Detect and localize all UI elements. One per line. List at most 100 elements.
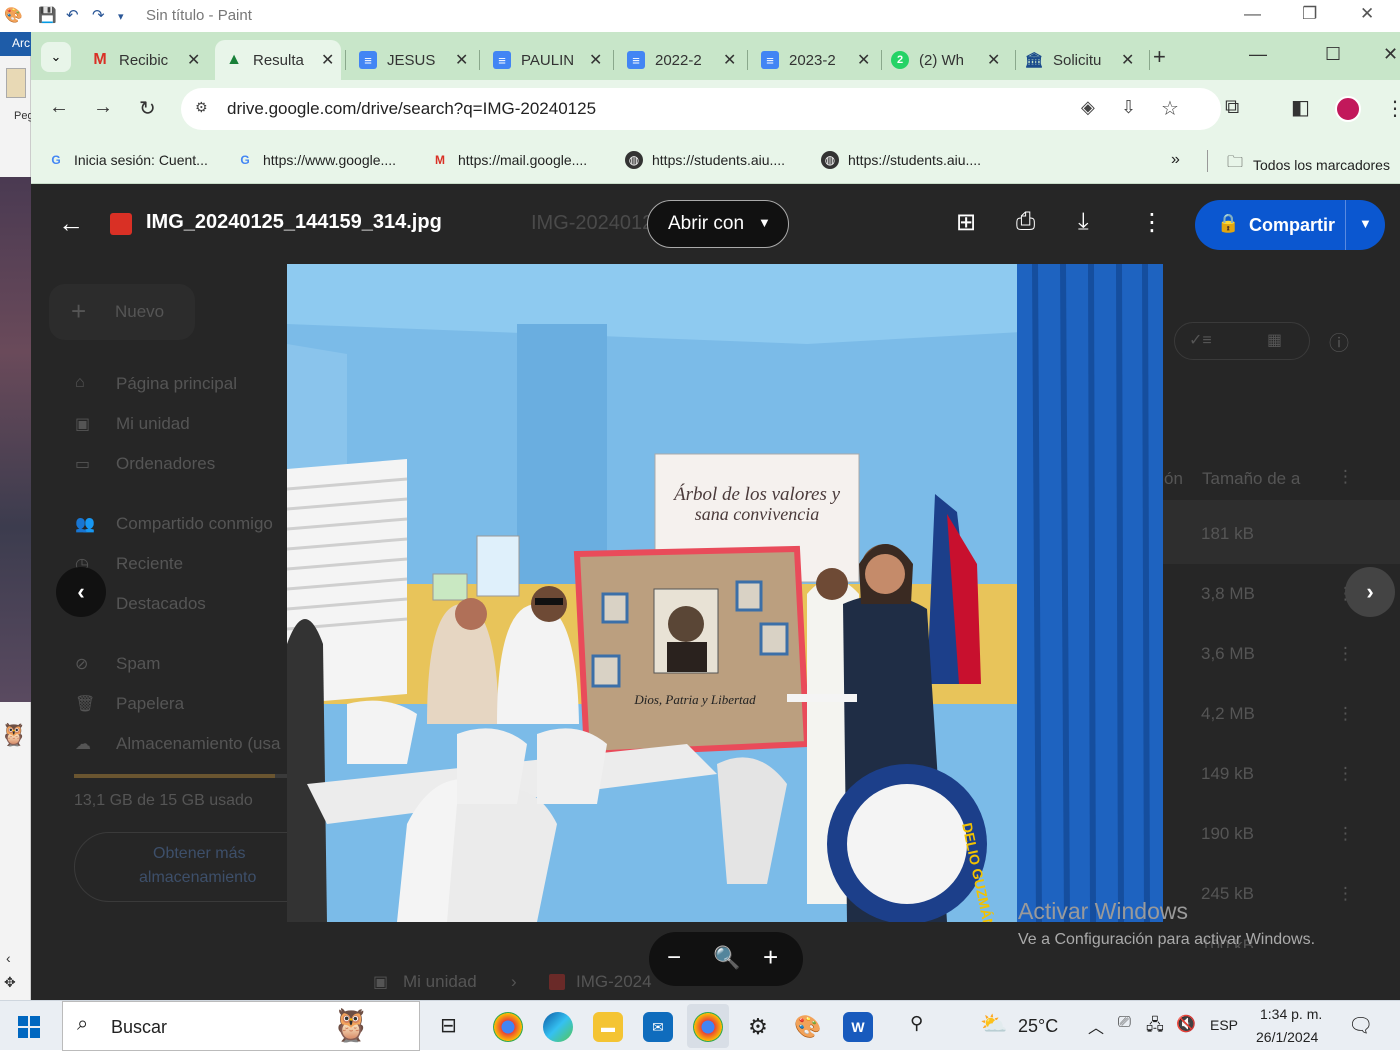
people-icon[interactable]: ⚲ <box>910 1013 923 1034</box>
clock-time[interactable]: 1:34 p. m. <box>1260 1006 1322 1022</box>
all-bookmarks-folder[interactable]: 🗀 Todos los marcadores <box>1227 151 1390 178</box>
undo-icon[interactable]: ↶ <box>66 6 79 24</box>
zoom-in-icon[interactable]: + <box>763 942 778 973</box>
mail-icon[interactable]: ✉ <box>643 1012 673 1042</box>
edge-taskbar-icon[interactable] <box>543 1012 573 1042</box>
list-view-icon[interactable]: ✓≡ <box>1189 330 1212 350</box>
row-menu-icon[interactable]: ⋮ <box>1337 884 1354 904</box>
bookmark-item[interactable]: ◍ https://students.aiu.... <box>821 151 981 169</box>
restore-icon[interactable]: ❐ <box>1302 4 1317 24</box>
extensions-icon[interactable]: ⧉ <box>1225 96 1239 119</box>
new-tab-icon[interactable]: + <box>1153 44 1166 70</box>
close-tab-icon[interactable]: ✕ <box>723 50 736 70</box>
print-icon[interactable]: ⎙ <box>1016 208 1035 236</box>
nav-storage[interactable]: Almacenamiento (usa <box>116 734 280 754</box>
paste-icon[interactable] <box>6 68 26 98</box>
close-tab-icon[interactable]: ✕ <box>455 50 468 70</box>
more-options-icon[interactable]: ⋮ <box>1140 208 1164 237</box>
selected-row[interactable] <box>1161 500 1400 564</box>
next-image-icon[interactable]: › <box>1345 567 1395 617</box>
nav-computers[interactable]: Ordenadores <box>116 454 215 474</box>
weather-icon[interactable]: ⛅ <box>980 1011 1007 1037</box>
chrome-taskbar-icon[interactable] <box>493 1012 523 1042</box>
add-comment-icon[interactable]: ⊞ <box>956 208 976 237</box>
row-menu-icon[interactable]: ⋮ <box>1337 644 1354 664</box>
back-icon[interactable]: ← <box>49 96 69 119</box>
site-info-icon[interactable]: ⚙ <box>195 99 208 116</box>
start-icon[interactable] <box>18 1016 40 1038</box>
nav-starred[interactable]: Destacados <box>116 594 206 614</box>
back-arrow-icon[interactable]: ← <box>58 208 84 239</box>
more-bookmarks-icon[interactable]: » <box>1171 151 1180 169</box>
paint-taskbar-icon[interactable]: 🎨 <box>793 1012 823 1042</box>
new-button[interactable]: + Nuevo <box>49 284 195 340</box>
breadcrumb-file[interactable]: IMG-2024 <box>576 972 652 992</box>
open-with-button[interactable]: Abrir con ▼ <box>647 200 789 248</box>
more-icon[interactable]: ⋮ <box>1337 467 1354 487</box>
redo-icon[interactable]: ↷ <box>92 6 105 24</box>
tab-docs-2022[interactable]: ≡ 2022-2 ✕ <box>619 40 745 80</box>
tab-docs-2023[interactable]: ≡ 2023-2 ✕ <box>753 40 879 80</box>
grid-view-icon[interactable]: ▦ <box>1267 330 1282 350</box>
address-bar[interactable]: ⚙ drive.google.com/drive/search?q=IMG-20… <box>181 88 1221 130</box>
task-view-icon[interactable]: ⊟ <box>440 1013 457 1038</box>
share-button[interactable]: 🔒 Compartir ▼ <box>1195 200 1385 250</box>
previous-image-icon[interactable]: ‹ <box>56 567 106 617</box>
save-icon[interactable]: 💾 <box>38 6 57 24</box>
tab-search-icon[interactable]: ⌄ <box>41 42 71 72</box>
word-icon[interactable]: W <box>843 1012 873 1042</box>
profile-avatar[interactable] <box>1335 96 1361 122</box>
forward-icon[interactable]: → <box>93 96 113 119</box>
file-explorer-icon[interactable]: ▬ <box>593 1012 623 1042</box>
close-tab-icon[interactable]: ✕ <box>1121 50 1134 70</box>
close-icon[interactable]: ✕ <box>1360 4 1374 24</box>
network-icon[interactable]: 🖧 <box>1146 1014 1164 1041</box>
install-app-icon[interactable]: ⇩ <box>1121 97 1136 118</box>
nav-spam[interactable]: Spam <box>116 654 160 674</box>
breadcrumb-root[interactable]: Mi unidad <box>403 972 477 992</box>
zoom-out-icon[interactable]: − <box>667 944 681 972</box>
bookmark-item[interactable]: ◍ https://students.aiu.... <box>625 151 785 169</box>
paint-file-tab[interactable]: Arc <box>0 32 31 56</box>
download-icon[interactable]: ⤓ <box>1078 208 1089 236</box>
bookmark-item[interactable]: G Inicia sesión: Cuent... <box>47 151 208 169</box>
url-text[interactable]: drive.google.com/drive/search?q=IMG-2024… <box>227 99 596 119</box>
tab-drive[interactable]: ▲ Resulta ✕ <box>215 40 341 80</box>
settings-icon[interactable]: ⚙ <box>743 1012 773 1042</box>
close-tab-icon[interactable]: ✕ <box>187 50 200 70</box>
weather-text[interactable]: 25°C <box>1018 1016 1058 1037</box>
chrome-profile-taskbar-icon[interactable] <box>693 1012 723 1042</box>
row-menu-icon[interactable]: ⋮ <box>1337 704 1354 724</box>
bookmark-star-icon[interactable]: ☆ <box>1161 96 1179 121</box>
nav-my-drive[interactable]: Mi unidad <box>116 414 190 434</box>
close-tab-icon[interactable]: ✕ <box>321 50 334 70</box>
nav-recent[interactable]: Reciente <box>116 554 183 574</box>
side-panel-icon[interactable]: ◧ <box>1291 95 1310 120</box>
customize-quick-access-icon[interactable]: ▾ <box>118 10 124 23</box>
tab-solicitud[interactable]: 🏛 Solicitu ✕ <box>1021 40 1147 80</box>
view-toggle[interactable]: ✓≡ ▦ <box>1174 322 1310 360</box>
nav-trash[interactable]: Papelera <box>116 694 184 714</box>
close-tab-icon[interactable]: ✕ <box>589 50 602 70</box>
scroll-left-icon[interactable]: ‹ <box>6 950 11 966</box>
close-tab-icon[interactable]: ✕ <box>857 50 870 70</box>
tab-docs-jesus[interactable]: ≡ JESUS ✕ <box>351 40 477 80</box>
close-window-icon[interactable]: ✕ <box>1383 44 1398 65</box>
minimize-icon[interactable]: — <box>1244 4 1261 24</box>
notifications-icon[interactable]: 🗨 <box>1348 1013 1373 1038</box>
share-dropdown[interactable]: ▼ <box>1345 200 1385 250</box>
row-menu-icon[interactable]: ⋮ <box>1337 764 1354 784</box>
bookmark-item[interactable]: Ghttps://www.google.... <box>236 151 396 169</box>
menu-icon[interactable]: ⋮ <box>1385 96 1400 121</box>
move-icon[interactable]: ✥ <box>4 974 16 991</box>
close-tab-icon[interactable]: ✕ <box>987 50 1000 70</box>
col-size-header[interactable]: Tamaño de a <box>1202 469 1300 489</box>
nav-home[interactable]: Página principal <box>116 374 237 394</box>
language-indicator[interactable]: ESP <box>1210 1017 1238 1033</box>
tab-whatsapp[interactable]: 2 (2) Wh ✕ <box>887 40 1013 80</box>
taskbar-search[interactable]: ⌕ Buscar 🦉 <box>62 1001 420 1051</box>
maximize-icon[interactable]: ☐ <box>1325 44 1341 65</box>
volume-muted-icon[interactable]: 🔇 <box>1176 1014 1196 1034</box>
clock-date[interactable]: 26/1/2024 <box>1256 1029 1318 1045</box>
bookmark-item[interactable]: Mhttps://mail.google.... <box>431 151 587 169</box>
